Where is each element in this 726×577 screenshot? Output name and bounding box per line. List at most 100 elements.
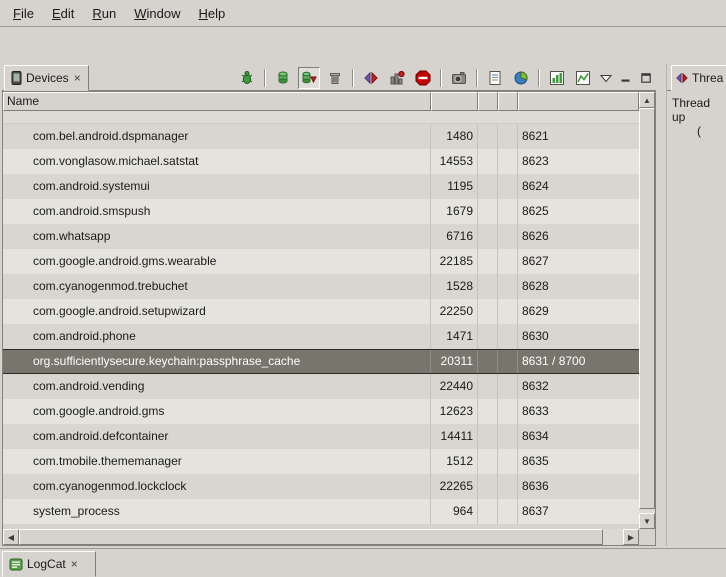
process-status-cell2 bbox=[498, 374, 518, 399]
menu-file[interactable]: File bbox=[4, 2, 43, 25]
process-status-cell2 bbox=[498, 324, 518, 349]
maximize-button[interactable] bbox=[638, 70, 654, 86]
dump-hprof-button[interactable] bbox=[298, 67, 320, 89]
table-row[interactable]: com.vonglasow.michael.satstat14553 8623 bbox=[3, 149, 639, 174]
process-status-cell2 bbox=[498, 149, 518, 174]
devices-toolbar bbox=[236, 66, 654, 90]
table-row[interactable]: com.bel.android.dspmanager14808621 bbox=[3, 124, 639, 149]
process-status-cell bbox=[478, 224, 498, 249]
update-heap-button[interactable] bbox=[272, 67, 294, 89]
system-info-button[interactable] bbox=[510, 67, 532, 89]
device-icon bbox=[11, 71, 22, 85]
devices-tabbar: Devices × bbox=[2, 64, 656, 91]
table-row[interactable]: com.cyanogenmod.trebuchet15288628 bbox=[3, 274, 639, 299]
table-row[interactable]: system_process9648637 bbox=[3, 499, 639, 524]
process-port: 8630 bbox=[518, 324, 639, 349]
menu-help[interactable]: Help bbox=[189, 2, 234, 25]
network-stats-button[interactable] bbox=[572, 67, 594, 89]
table-row[interactable]: com.android.vending224408632 bbox=[3, 374, 639, 399]
process-name: com.google.android.setupwizard bbox=[3, 299, 431, 324]
maximize-icon bbox=[641, 73, 651, 83]
process-pid: 1471 bbox=[431, 324, 478, 349]
close-icon[interactable]: × bbox=[73, 71, 82, 85]
column-header-status2[interactable] bbox=[498, 92, 518, 111]
stop-process-button[interactable] bbox=[412, 67, 434, 89]
threads-panel: Threa Thread up ( bbox=[666, 64, 726, 546]
horizontal-scroll-thumb[interactable] bbox=[19, 529, 603, 545]
table-row[interactable]: com.android.smspush16798625 bbox=[3, 199, 639, 224]
menu-edit[interactable]: Edit bbox=[43, 2, 83, 25]
process-pid: 1195 bbox=[431, 174, 478, 199]
report-button[interactable] bbox=[484, 67, 506, 89]
process-name: com.google.android.gms.wearable bbox=[3, 249, 431, 274]
scroll-right-arrow[interactable]: ▶ bbox=[623, 529, 639, 545]
view-menu-button[interactable] bbox=[598, 70, 614, 86]
process-status-cell bbox=[478, 474, 498, 499]
table-row[interactable]: com.cyanogenmod.lockclock222658636 bbox=[3, 474, 639, 499]
chevron-down-icon bbox=[600, 74, 612, 83]
process-status-cell bbox=[478, 324, 498, 349]
process-status-cell2 bbox=[498, 499, 518, 524]
process-port: 8625 bbox=[518, 199, 639, 224]
bottom-divider bbox=[0, 548, 726, 549]
close-icon[interactable]: × bbox=[70, 557, 79, 571]
column-header-port[interactable] bbox=[518, 92, 639, 111]
scroll-up-arrow[interactable]: ▲ bbox=[639, 92, 655, 108]
process-status-cell2 bbox=[498, 449, 518, 474]
menu-window[interactable]: Window bbox=[125, 2, 189, 25]
process-port: 8636 bbox=[518, 474, 639, 499]
debug-process-button[interactable] bbox=[236, 67, 258, 89]
process-status-cell bbox=[478, 174, 498, 199]
screen-capture-button[interactable] bbox=[448, 67, 470, 89]
top-toolbar bbox=[0, 28, 726, 63]
vertical-scrollbar[interactable]: ▲ ▼ bbox=[639, 92, 655, 529]
process-status-cell bbox=[478, 124, 498, 149]
update-threads-button[interactable] bbox=[360, 67, 382, 89]
tab-threads[interactable]: Threa bbox=[671, 65, 726, 91]
app-window: File Edit Run Window Help Devices × bbox=[0, 0, 726, 577]
process-port: 8634 bbox=[518, 424, 639, 449]
process-pid: 22250 bbox=[431, 299, 478, 324]
horizontal-scrollbar[interactable]: ◀ ▶ bbox=[3, 529, 639, 545]
process-port: 8627 bbox=[518, 249, 639, 274]
method-profiling-button[interactable] bbox=[386, 67, 408, 89]
process-pid: 14553 bbox=[431, 149, 478, 174]
table-row[interactable]: com.google.android.gms126238633 bbox=[3, 399, 639, 424]
process-status-cell2 bbox=[498, 174, 518, 199]
table-row[interactable]: com.android.phone14718630 bbox=[3, 324, 639, 349]
hierarchy-view-button[interactable] bbox=[546, 67, 568, 89]
table-row[interactable]: com.tmobile.thememanager15128635 bbox=[3, 449, 639, 474]
threads-message-line2: ( bbox=[672, 124, 726, 138]
column-header-name[interactable]: Name bbox=[3, 92, 431, 111]
scroll-down-arrow[interactable]: ▼ bbox=[639, 513, 655, 529]
tab-devices-label: Devices bbox=[26, 71, 69, 85]
tab-logcat[interactable]: LogCat × bbox=[2, 551, 96, 577]
table-row[interactable]: com.google.android.setupwizard222508629 bbox=[3, 299, 639, 324]
process-status-cell2 bbox=[498, 224, 518, 249]
table-row[interactable]: org.sufficientlysecure.keychain:passphra… bbox=[3, 349, 639, 374]
process-port: 8632 bbox=[518, 374, 639, 399]
process-port: 8623 bbox=[518, 149, 639, 174]
process-name: com.vonglasow.michael.satstat bbox=[3, 149, 431, 174]
minimize-button[interactable] bbox=[618, 70, 634, 86]
tab-devices[interactable]: Devices × bbox=[4, 65, 89, 91]
cause-gc-button[interactable] bbox=[324, 67, 346, 89]
process-name: com.whatsapp bbox=[3, 224, 431, 249]
process-status-cell2 bbox=[498, 299, 518, 324]
column-header-status[interactable] bbox=[478, 92, 498, 111]
scroll-left-arrow[interactable]: ◀ bbox=[3, 529, 19, 545]
table-row[interactable]: com.android.defcontainer144118634 bbox=[3, 424, 639, 449]
table-row[interactable]: com.android.systemui11958624 bbox=[3, 174, 639, 199]
threads-tabbar: Threa bbox=[667, 64, 726, 91]
main-area: Devices × bbox=[0, 64, 726, 546]
table-row[interactable]: com.whatsapp67168626 bbox=[3, 224, 639, 249]
column-header-pid[interactable] bbox=[431, 92, 478, 111]
process-status-cell bbox=[478, 424, 498, 449]
menu-run[interactable]: Run bbox=[83, 2, 125, 25]
table-row[interactable]: com.google.android.gms.wearable22185 8627 bbox=[3, 249, 639, 274]
toolbar-separator bbox=[476, 69, 478, 87]
devices-table: Name com.bel.android.dspmanager14808621c… bbox=[2, 91, 656, 546]
process-pid: 22185 bbox=[431, 249, 478, 274]
toolbar-separator bbox=[538, 69, 540, 87]
vertical-scroll-thumb[interactable] bbox=[639, 108, 655, 509]
